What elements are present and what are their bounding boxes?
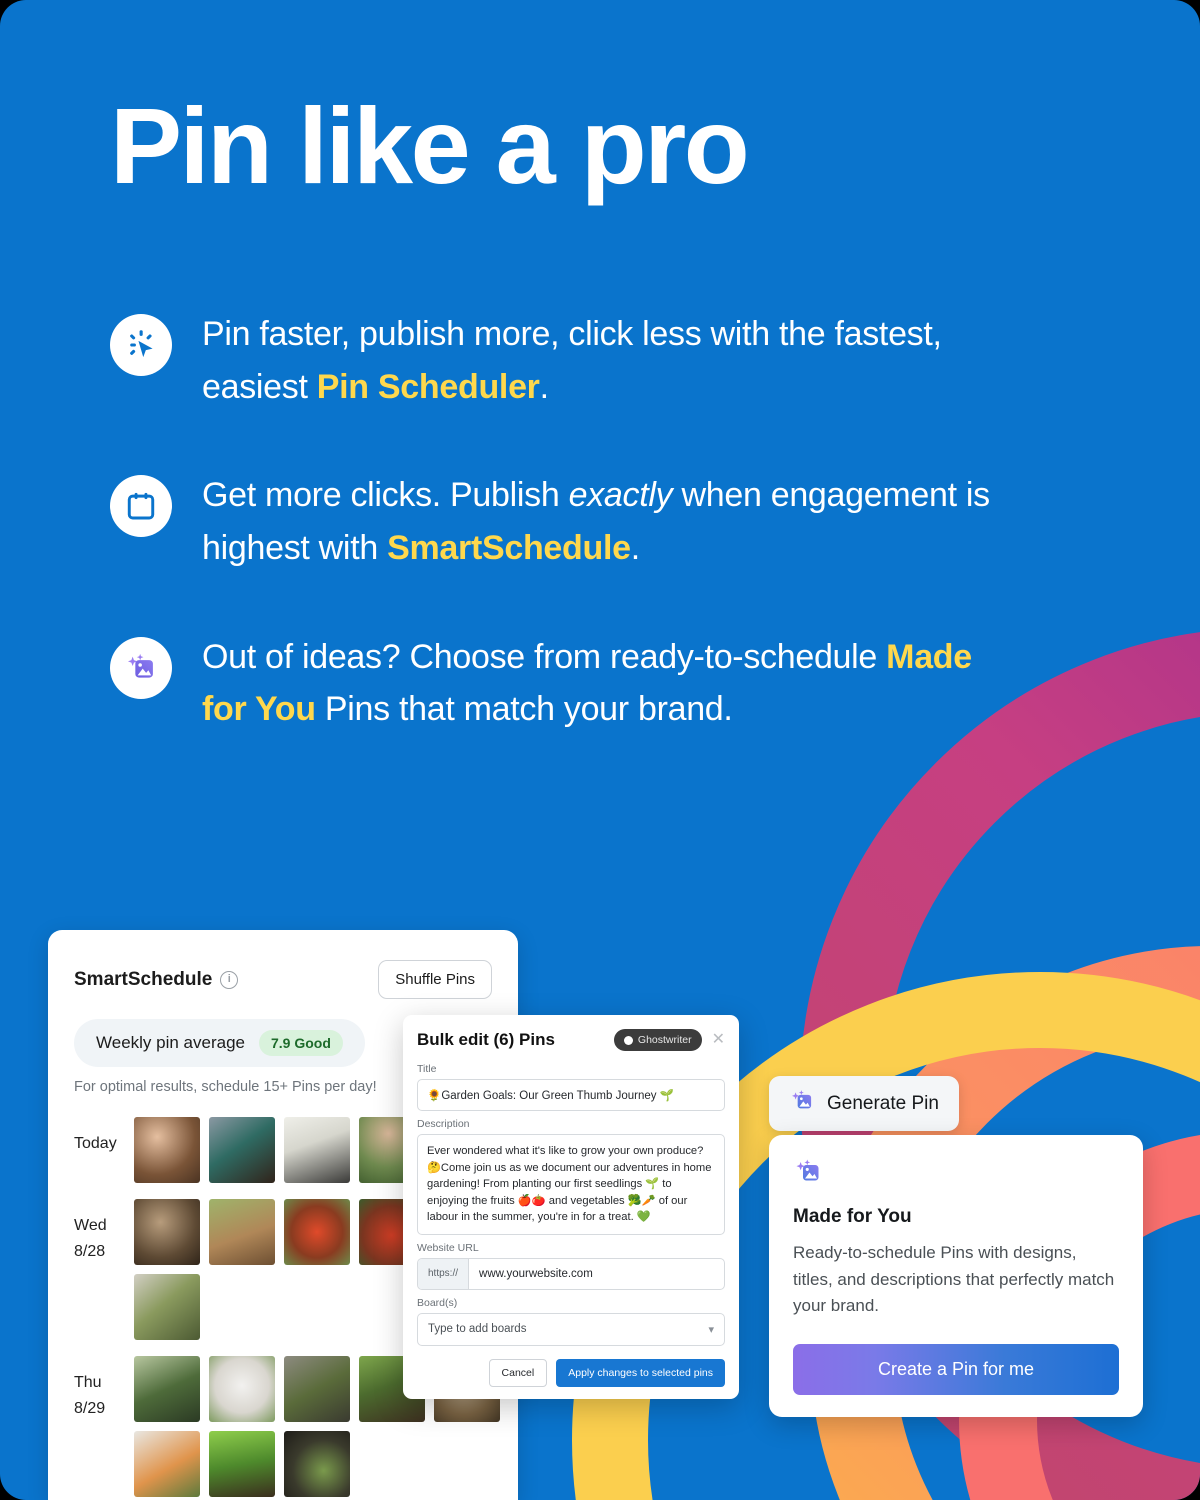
boards-placeholder: Type to add boards: [428, 1323, 527, 1336]
bullet-part: Get more clicks. Publish: [202, 476, 569, 515]
pin-thumbnail[interactable]: [134, 1274, 200, 1340]
website-url-field[interactable]: https:// www.yourwebsite.com: [417, 1257, 725, 1290]
smartschedule-header: SmartSchedule i Shuffle Pins: [48, 930, 518, 999]
bulk-edit-actions: Cancel Apply changes to selected pins: [417, 1358, 725, 1387]
ghostwriter-label: Ghostwriter: [637, 1034, 692, 1046]
bullet-part: Pin faster, publish more, click less wit…: [202, 315, 942, 406]
pin-thumbnail[interactable]: [134, 1117, 200, 1183]
bulk-edit-title: Bulk edit (6) Pins: [417, 1030, 555, 1049]
schedule-day-label: Today: [74, 1117, 134, 1183]
bullet-part: .: [630, 529, 640, 568]
schedule-day-line1: Thu: [74, 1374, 102, 1391]
status-badge: 7.9 Good: [259, 1030, 343, 1056]
pin-thumbnail[interactable]: [134, 1356, 200, 1422]
generate-pin-label: Generate Pin: [827, 1092, 939, 1114]
url-value[interactable]: www.yourwebsite.com: [469, 1259, 724, 1289]
bulk-edit-header-actions: Ghostwriter ✕: [613, 1029, 725, 1051]
smartschedule-title: SmartSchedule i: [74, 968, 239, 991]
feature-bullets: Pin faster, publish more, click less wit…: [110, 308, 1020, 792]
weekly-pin-average: Weekly pin average 7.9 Good: [74, 1019, 365, 1067]
bullet-item-pin-scheduler: Pin faster, publish more, click less wit…: [110, 308, 1020, 413]
schedule-day-label: Thu 8/29: [74, 1356, 134, 1497]
magic-image-icon: [789, 1088, 815, 1119]
made-for-you-title: Made for You: [793, 1206, 912, 1227]
bullet-part: .: [539, 367, 549, 406]
description-field[interactable]: Ever wondered what it's like to grow you…: [417, 1134, 725, 1235]
pin-thumbnail[interactable]: [284, 1356, 350, 1422]
schedule-day-label: Wed 8/28: [74, 1199, 134, 1340]
pin-thumbnail[interactable]: [209, 1117, 275, 1183]
close-icon[interactable]: ✕: [712, 1032, 725, 1048]
bullet-part: Out of ideas? Choose from ready-to-sched…: [202, 637, 887, 676]
apply-changes-button[interactable]: Apply changes to selected pins: [556, 1358, 725, 1387]
pin-thumbnail[interactable]: [209, 1199, 275, 1265]
pin-thumbnail[interactable]: [209, 1431, 275, 1497]
magic-image-icon: [110, 636, 172, 699]
ghostwriter-button[interactable]: Ghostwriter: [613, 1029, 702, 1051]
website-url-label: Website URL: [417, 1241, 479, 1254]
generate-pin-button[interactable]: Generate Pin: [769, 1076, 959, 1131]
description-field-label: Description: [417, 1118, 470, 1130]
bullet-part-italic: exactly: [568, 476, 673, 515]
chevron-down-icon[interactable]: ▾: [708, 1323, 714, 1336]
schedule-day-line1: Wed: [74, 1217, 107, 1234]
click-cursor-icon: [110, 314, 172, 376]
page-title: Pin like a pro: [110, 85, 750, 206]
title-field[interactable]: 🌻Garden Goals: Our Green Thumb Journey 🌱: [417, 1079, 725, 1111]
url-prefix: https://: [418, 1258, 470, 1289]
bullet-part: Pins that match your brand.: [315, 690, 733, 729]
magic-image-icon: [793, 1159, 823, 1191]
calendar-icon: [110, 475, 172, 538]
pin-thumbnail[interactable]: [134, 1431, 200, 1497]
bullet-item-smartschedule: Get more clicks. Publish exactly when en…: [110, 469, 1020, 574]
poster: Pin like a pro Pin faster, publish more,: [0, 0, 1200, 1500]
title-field-label: Title: [417, 1063, 437, 1075]
boards-select[interactable]: Type to add boards ▾: [417, 1312, 725, 1346]
made-for-you-card: Made for You Ready-to-schedule Pins with…: [769, 1135, 1143, 1417]
info-icon[interactable]: i: [220, 970, 239, 989]
shuffle-pins-button[interactable]: Shuffle Pins: [378, 960, 492, 999]
weekly-pin-average-label: Weekly pin average: [96, 1033, 245, 1052]
bullet-text: Pin faster, publish more, click less wit…: [202, 308, 1020, 413]
schedule-day-line1: Today: [74, 1135, 117, 1152]
cancel-button[interactable]: Cancel: [488, 1358, 548, 1387]
schedule-day-line2: 8/29: [74, 1399, 106, 1417]
bullet-text: Get more clicks. Publish exactly when en…: [202, 469, 1020, 574]
ghostwriter-dot-icon: [623, 1035, 633, 1045]
bullet-text: Out of ideas? Choose from ready-to-sched…: [202, 631, 1020, 736]
pin-thumbnail[interactable]: [209, 1356, 275, 1422]
schedule-day-line2: 8/28: [74, 1242, 106, 1260]
bullet-item-made-for-you: Out of ideas? Choose from ready-to-sched…: [110, 631, 1020, 736]
pin-thumbnail[interactable]: [284, 1117, 350, 1183]
bulk-edit-header: Bulk edit (6) Pins Ghostwriter ✕: [417, 1029, 725, 1051]
smartschedule-title-label: SmartSchedule: [74, 968, 213, 990]
pin-thumbnail[interactable]: [284, 1431, 350, 1497]
create-a-pin-for-me-button[interactable]: Create a Pin for me: [793, 1343, 1119, 1395]
made-for-you-body: Ready-to-schedule Pins with designs, tit…: [793, 1243, 1115, 1316]
pin-thumbnail[interactable]: [284, 1199, 350, 1265]
pin-thumbnail[interactable]: [134, 1199, 200, 1265]
bulk-edit-modal: Bulk edit (6) Pins Ghostwriter ✕ Title 🌻…: [403, 1015, 739, 1399]
boards-label: Board(s): [417, 1296, 458, 1309]
bullet-part-highlight: SmartSchedule: [387, 529, 631, 568]
bullet-part-highlight: Pin Scheduler: [316, 367, 540, 406]
